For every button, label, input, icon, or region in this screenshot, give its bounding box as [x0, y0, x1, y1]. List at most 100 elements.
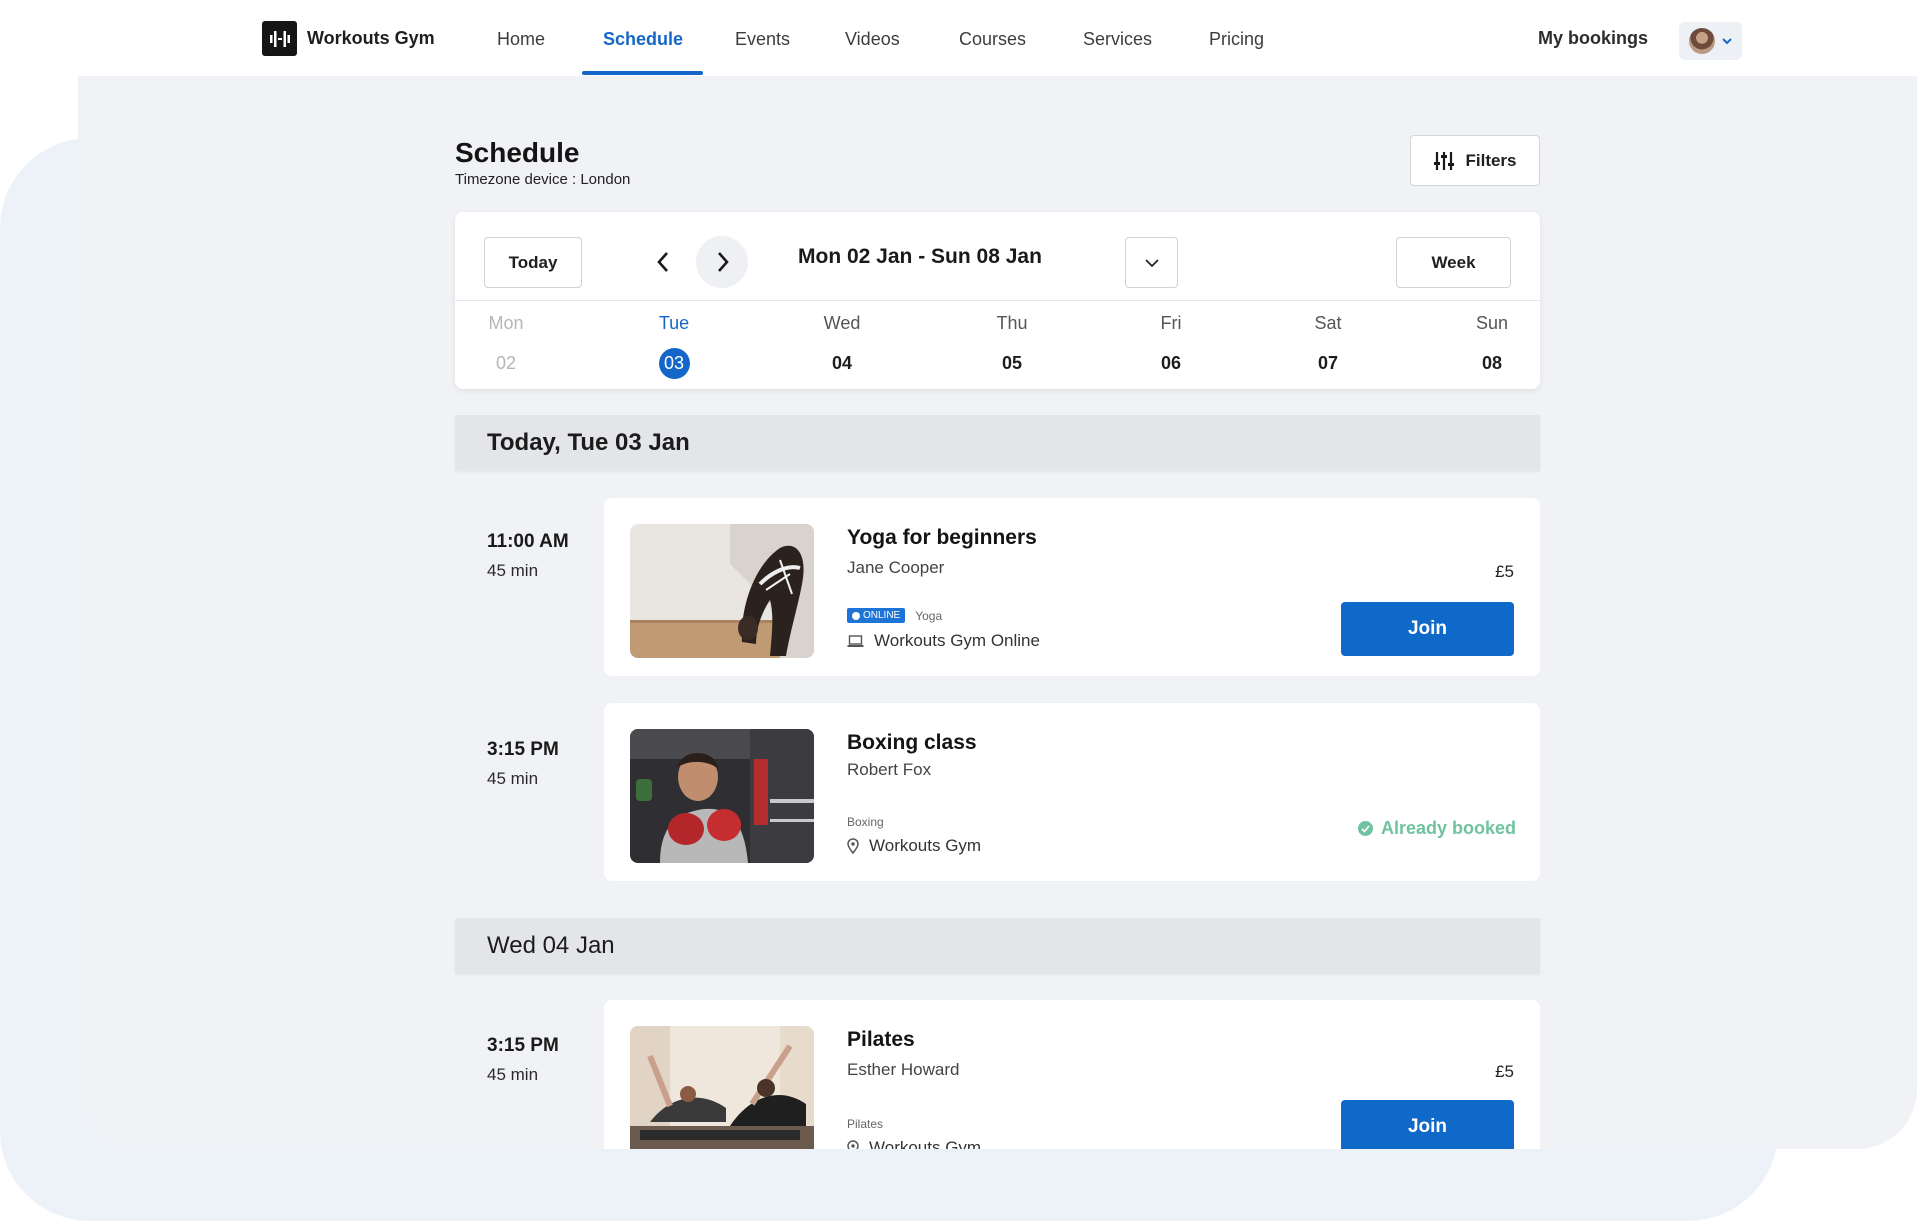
class-price: £5 — [1495, 1062, 1514, 1081]
avatar — [1688, 28, 1715, 54]
check-circle-icon — [1357, 821, 1373, 836]
class-title: Pilates — [847, 1028, 915, 1051]
nav-home[interactable]: Home — [497, 29, 545, 50]
booking-status-label: Already booked — [1380, 818, 1516, 838]
brand-logo[interactable]: Workouts Gym — [262, 21, 435, 56]
brand-name: Workouts Gym — [307, 28, 435, 48]
map-pin-icon — [847, 838, 859, 854]
class-card-pilates[interactable]: Pilates Esther Howard Pilates Workouts G… — [604, 1000, 1540, 1149]
top-nav: Workouts Gym Home Schedule Events Videos… — [0, 0, 1917, 76]
class-image — [630, 524, 814, 658]
nav-videos[interactable]: Videos — [845, 29, 900, 50]
class-meta: Pilates — [847, 1117, 883, 1131]
class-category: Yoga — [915, 608, 943, 623]
next-week-button[interactable] — [696, 236, 748, 288]
map-pin-icon — [847, 1140, 859, 1149]
day-name: Mon — [488, 313, 524, 333]
class-duration: 45 min — [487, 561, 539, 580]
day-tue[interactable]: Tue 03 — [644, 310, 704, 379]
day-number: 07 — [1317, 353, 1339, 373]
day-thu[interactable]: Thu 05 — [982, 310, 1042, 379]
day-name: Fri — [1160, 313, 1182, 333]
day-fri[interactable]: Fri 06 — [1141, 310, 1201, 379]
broadcast-icon — [852, 611, 860, 620]
view-mode-button[interactable]: Week — [1396, 237, 1511, 288]
class-location: Workouts Gym Online — [847, 631, 1040, 651]
day-sun[interactable]: Sun 08 — [1462, 310, 1522, 379]
badge-label: ONLINE — [863, 610, 901, 621]
day-section-title: Today, Tue 03 Jan — [487, 429, 690, 456]
class-category: Boxing — [847, 815, 884, 829]
instructor-name: Robert Fox — [847, 760, 932, 779]
class-duration: 45 min — [487, 769, 539, 788]
day-mon[interactable]: Mon 02 — [476, 310, 536, 379]
class-image — [630, 1026, 814, 1149]
class-title: Yoga for beginners — [847, 526, 1037, 549]
nav-courses[interactable]: Courses — [959, 29, 1026, 50]
previous-week-button[interactable] — [638, 236, 690, 288]
class-time: 3:15 PM — [487, 739, 559, 760]
class-meta: Boxing — [847, 815, 884, 829]
chevron-down-icon — [1721, 38, 1732, 45]
day-number: 08 — [1481, 353, 1503, 373]
date-range: Mon 02 Jan - Sun 08 Jan — [798, 245, 1042, 268]
day-number: 06 — [1160, 353, 1182, 373]
class-title: Boxing class — [847, 731, 977, 754]
day-name: Thu — [996, 313, 1028, 333]
filters-label: Filters — [1465, 150, 1517, 170]
timezone-label: Timezone device : London — [455, 171, 631, 188]
class-price: £5 — [1495, 562, 1514, 581]
date-range-dropdown[interactable] — [1125, 237, 1178, 288]
week-calendar: Today Mon 02 Jan - Sun 08 Jan Week Mon 0… — [455, 212, 1540, 389]
location-name: Workouts Gym Online — [874, 631, 1040, 650]
divider — [455, 300, 1540, 301]
day-number: 02 — [495, 353, 517, 373]
join-button[interactable]: Join — [1341, 602, 1514, 656]
account-menu-button[interactable] — [1679, 22, 1742, 60]
chevron-left-icon — [657, 252, 668, 272]
day-name: Tue — [658, 313, 690, 333]
day-name: Sun — [1475, 313, 1509, 333]
my-bookings-link[interactable]: My bookings — [1538, 28, 1648, 49]
chevron-down-icon — [1144, 258, 1159, 267]
class-category: Pilates — [847, 1117, 884, 1131]
day-section-header: Wed 04 Jan — [455, 918, 1540, 973]
class-location: Workouts Gym — [847, 1138, 981, 1149]
sliders-icon — [1434, 151, 1455, 170]
filters-button[interactable]: Filters — [1410, 135, 1540, 186]
page-viewport: Workouts Gym Home Schedule Events Videos… — [0, 0, 1917, 1149]
day-number: 03 — [658, 348, 690, 379]
class-card-yoga[interactable]: Yoga for beginners Jane Cooper ONLINE Yo… — [604, 498, 1540, 676]
active-tab-indicator — [582, 71, 703, 75]
day-number: 05 — [1001, 353, 1023, 373]
online-badge: ONLINE — [847, 608, 906, 623]
nav-services[interactable]: Services — [1083, 29, 1152, 50]
today-button[interactable]: Today — [484, 237, 582, 288]
booking-status: Already booked — [1357, 818, 1516, 839]
class-meta: ONLINE Yoga — [847, 608, 942, 623]
day-section-header: Today, Tue 03 Jan — [455, 415, 1540, 470]
class-time: 11:00 AM — [487, 531, 569, 552]
class-card-boxing[interactable]: Boxing class Robert Fox Boxing Workouts … — [604, 703, 1540, 881]
class-image — [630, 729, 814, 863]
instructor-name: Jane Cooper — [847, 558, 945, 577]
chevron-right-icon — [718, 252, 729, 272]
waveform-logo-icon — [262, 21, 297, 56]
day-name: Wed — [823, 313, 861, 333]
day-sat[interactable]: Sat 07 — [1298, 310, 1358, 379]
class-location: Workouts Gym — [847, 836, 981, 856]
day-wed[interactable]: Wed 04 — [812, 310, 872, 379]
nav-schedule[interactable]: Schedule — [603, 29, 683, 50]
day-name: Sat — [1314, 313, 1342, 333]
location-name: Workouts Gym — [869, 836, 982, 855]
page-title: Schedule — [455, 137, 580, 168]
nav-pricing[interactable]: Pricing — [1209, 29, 1264, 50]
join-button[interactable]: Join — [1341, 1100, 1514, 1149]
day-number: 04 — [831, 353, 853, 373]
location-name: Workouts Gym — [869, 1138, 982, 1149]
laptop-icon — [847, 635, 864, 647]
nav-events[interactable]: Events — [735, 29, 790, 50]
class-time: 3:15 PM — [487, 1035, 559, 1056]
day-section-title: Wed 04 Jan — [487, 932, 615, 959]
class-duration: 45 min — [487, 1065, 539, 1084]
